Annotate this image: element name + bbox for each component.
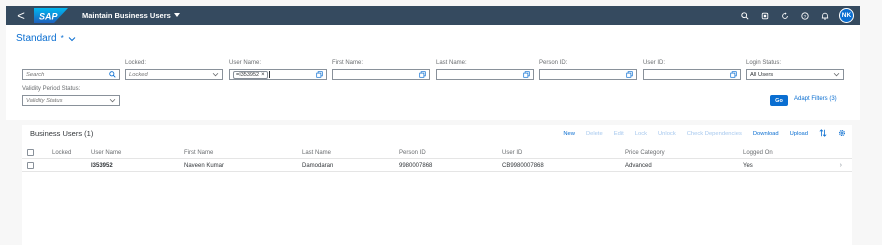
app-title-menu[interactable]: Maintain Business Users bbox=[82, 11, 180, 20]
variant-modified-marker: * bbox=[60, 34, 64, 43]
shell-bar: < SAP Maintain Business Users ? NK bbox=[6, 6, 860, 25]
cell-firstname: Naveen Kumar bbox=[184, 162, 225, 169]
chevron-down-icon bbox=[212, 70, 219, 79]
search-icon[interactable] bbox=[109, 70, 116, 79]
token-remove-icon[interactable]: × bbox=[261, 72, 265, 78]
lastname-input[interactable] bbox=[436, 69, 534, 80]
userid-input[interactable] bbox=[643, 69, 741, 80]
personid-input[interactable] bbox=[539, 69, 637, 80]
delete-button[interactable]: Delete bbox=[586, 131, 603, 137]
edit-button[interactable]: Edit bbox=[614, 131, 624, 137]
value-help-icon[interactable] bbox=[730, 70, 737, 79]
loginstatus-select[interactable]: All Users bbox=[746, 69, 844, 80]
table-row[interactable]: I353952 Naveen Kumar Damodaran 998000786… bbox=[22, 160, 852, 172]
firstname-input[interactable] bbox=[332, 69, 430, 80]
firstname-label: First Name: bbox=[332, 60, 364, 66]
filter-bar: Standard * Locked: User Name: First Name:… bbox=[6, 25, 860, 120]
row-checkbox[interactable] bbox=[27, 162, 34, 169]
col-pricecat-header[interactable]: Price Category bbox=[625, 150, 665, 156]
search-icon[interactable] bbox=[735, 6, 755, 25]
settings-gear-icon[interactable] bbox=[838, 129, 846, 139]
cell-loggedon: Yes bbox=[743, 162, 753, 169]
upload-button[interactable]: Upload bbox=[790, 131, 808, 137]
locked-label: Locked: bbox=[125, 60, 147, 66]
cell-userid: CB9980007868 bbox=[502, 162, 544, 169]
user-avatar[interactable]: NK bbox=[839, 8, 854, 23]
locked-select[interactable]: Locked bbox=[125, 69, 223, 80]
svg-text:?: ? bbox=[804, 13, 807, 19]
notifications-bell-icon[interactable] bbox=[815, 6, 835, 25]
col-firstname-header[interactable]: First Name bbox=[184, 150, 213, 156]
variant-selector[interactable]: Standard * bbox=[16, 33, 76, 44]
go-button[interactable]: Go bbox=[770, 95, 788, 106]
col-userid-header[interactable]: User ID bbox=[502, 150, 522, 156]
select-all-checkbox[interactable] bbox=[27, 149, 34, 156]
lock-button[interactable]: Lock bbox=[635, 131, 647, 137]
username-token[interactable]: =I353952 × bbox=[233, 70, 268, 79]
business-users-table: Business Users (1) New Delete Edit Lock … bbox=[22, 125, 852, 245]
col-lastname-header[interactable]: Last Name bbox=[302, 150, 331, 156]
table-toolbar: New Delete Edit Lock Unlock Check Depend… bbox=[563, 129, 846, 139]
refresh-icon[interactable] bbox=[775, 6, 795, 25]
text-cursor bbox=[268, 71, 270, 78]
validity-select[interactable]: Validity Status bbox=[22, 95, 120, 106]
unlock-button[interactable]: Unlock bbox=[658, 131, 676, 137]
col-username-header[interactable]: User Name bbox=[91, 150, 121, 156]
copilot-icon[interactable] bbox=[755, 6, 775, 25]
sap-logo-text: SAP bbox=[39, 12, 59, 22]
personid-label: Person ID: bbox=[539, 60, 568, 66]
value-help-icon[interactable] bbox=[626, 70, 633, 79]
loginstatus-value: All Users bbox=[750, 71, 774, 78]
username-multiinput[interactable]: =I353952 × bbox=[229, 69, 327, 80]
username-label: User Name: bbox=[229, 60, 262, 66]
table-header-row: Locked User Name First Name Last Name Pe… bbox=[22, 147, 852, 159]
value-help-icon[interactable] bbox=[316, 70, 323, 79]
chevron-down-icon bbox=[833, 70, 840, 79]
help-icon[interactable]: ? bbox=[795, 6, 815, 25]
userid-label: User ID: bbox=[643, 60, 666, 66]
adapt-filters-button[interactable]: Adapt Filters (3) bbox=[794, 96, 837, 102]
chevron-down-icon bbox=[109, 96, 116, 105]
row-navigation-chevron-icon[interactable]: › bbox=[840, 162, 842, 169]
lastname-label: Last Name: bbox=[436, 60, 467, 66]
variant-name: Standard bbox=[16, 33, 57, 44]
locked-placeholder: Locked bbox=[129, 71, 148, 78]
check-dependencies-button[interactable]: Check Dependencies bbox=[687, 131, 742, 137]
validity-label: Validity Period Status: bbox=[22, 86, 81, 92]
loginstatus-label: Login Status: bbox=[746, 60, 782, 66]
cell-username: I353952 bbox=[91, 162, 113, 169]
app-title: Maintain Business Users bbox=[82, 11, 171, 20]
col-loggedon-header[interactable]: Logged On bbox=[743, 150, 773, 156]
chevron-down-icon bbox=[68, 36, 76, 41]
table-title: Business Users (1) bbox=[30, 129, 94, 138]
back-button[interactable]: < bbox=[10, 6, 32, 25]
search-input[interactable]: Search bbox=[22, 69, 120, 80]
validity-placeholder: Validity Status bbox=[26, 97, 63, 104]
sort-icon[interactable] bbox=[819, 129, 827, 139]
caret-down-icon bbox=[173, 13, 180, 17]
cell-lastname: Damodaran bbox=[302, 162, 334, 169]
cell-pricecat: Advanced bbox=[625, 162, 652, 169]
col-personid-header[interactable]: Person ID bbox=[399, 150, 426, 156]
download-button[interactable]: Download bbox=[753, 131, 779, 137]
value-help-icon[interactable] bbox=[419, 70, 426, 79]
new-button[interactable]: New bbox=[563, 131, 575, 137]
username-token-text: =I353952 bbox=[236, 71, 260, 78]
sap-logo[interactable]: SAP bbox=[34, 6, 70, 25]
cell-personid: 9980007868 bbox=[399, 162, 433, 169]
value-help-icon[interactable] bbox=[523, 70, 530, 79]
col-locked-header[interactable]: Locked bbox=[52, 150, 71, 156]
search-placeholder: Search bbox=[26, 71, 45, 78]
